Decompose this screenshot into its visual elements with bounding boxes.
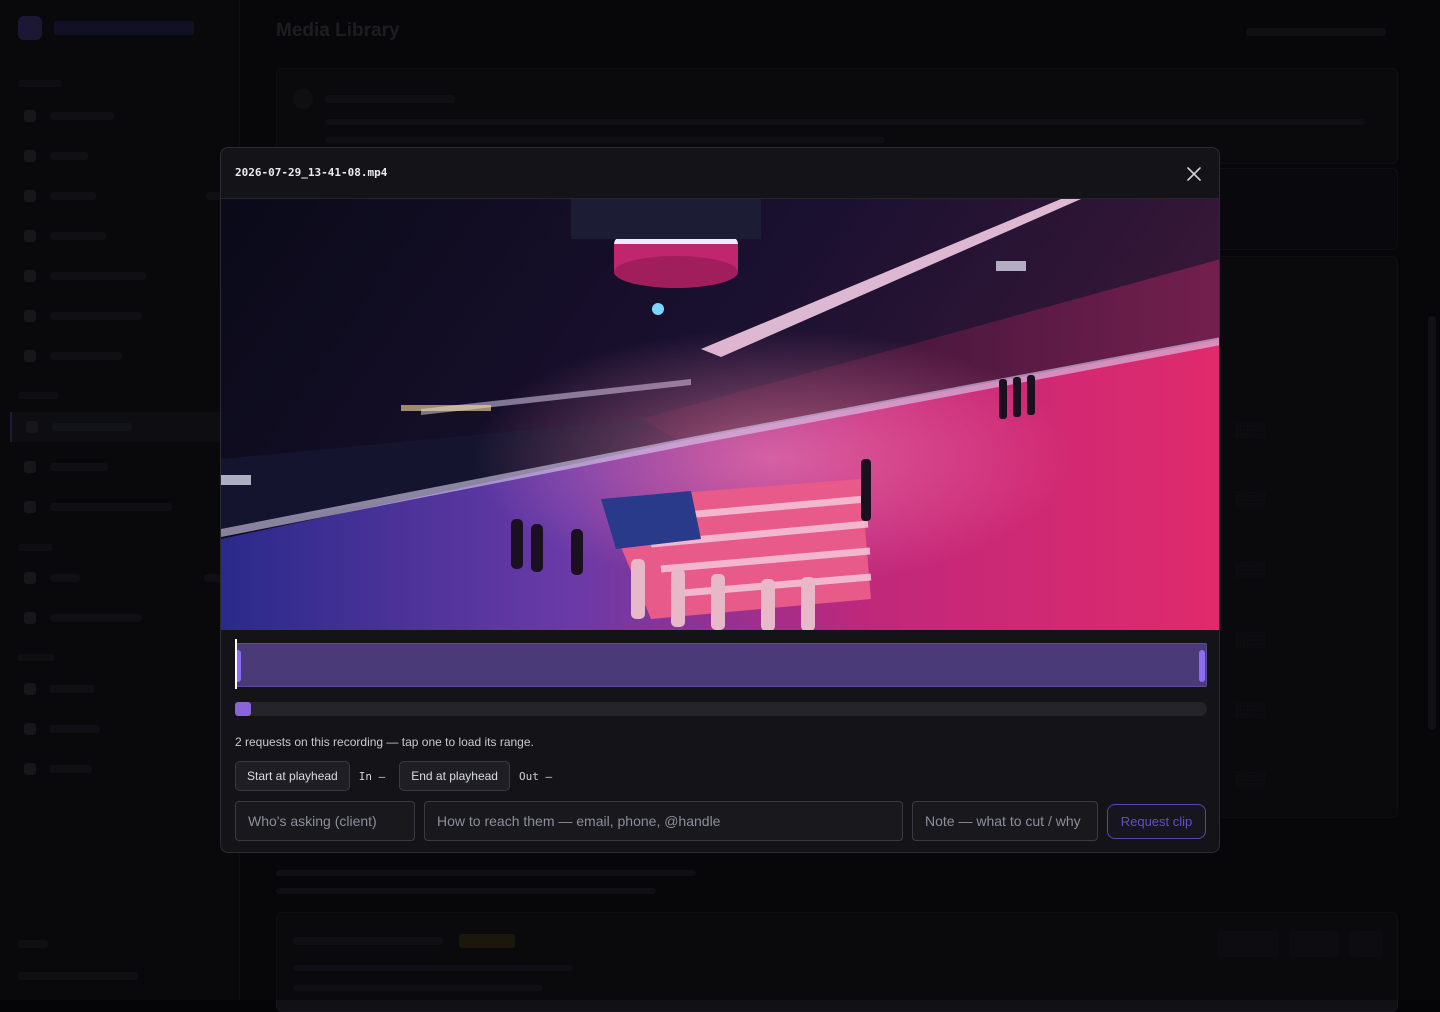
end-at-playhead-button[interactable]: End at playhead (399, 761, 510, 791)
close-button[interactable] (1181, 161, 1207, 187)
in-point-label: In – (358, 769, 386, 783)
video-frame (221, 199, 1219, 630)
trim-controls: Start at playhead In – End at playhead O… (235, 761, 566, 791)
modal-header: 2026-07-29_13-41-08.mp4 (221, 148, 1219, 199)
trim-out-handle[interactable] (1199, 650, 1205, 682)
client-name-field[interactable]: Who's asking (client) (235, 801, 415, 841)
clip-request-modal: 2026-07-29_13-41-08.mp4 2 requests on th… (220, 147, 1220, 853)
scrubber-track[interactable] (235, 702, 1207, 716)
video-player[interactable] (221, 199, 1219, 630)
modal-title: 2026-07-29_13-41-08.mp4 (235, 166, 388, 179)
out-point-label: Out – (518, 769, 553, 783)
requests-hint: 2 requests on this recording — tap one t… (235, 735, 534, 749)
start-at-playhead-button[interactable]: Start at playhead (235, 761, 350, 791)
contact-field[interactable]: How to reach them — email, phone, @handl… (424, 801, 903, 841)
playhead-marker[interactable] (235, 639, 237, 689)
trim-range-track[interactable] (235, 643, 1207, 687)
note-field[interactable]: Note — what to cut / why (912, 801, 1098, 841)
scrubber-thumb[interactable] (235, 702, 251, 716)
close-icon (1187, 167, 1201, 181)
request-clip-button[interactable]: Request clip (1107, 804, 1206, 839)
